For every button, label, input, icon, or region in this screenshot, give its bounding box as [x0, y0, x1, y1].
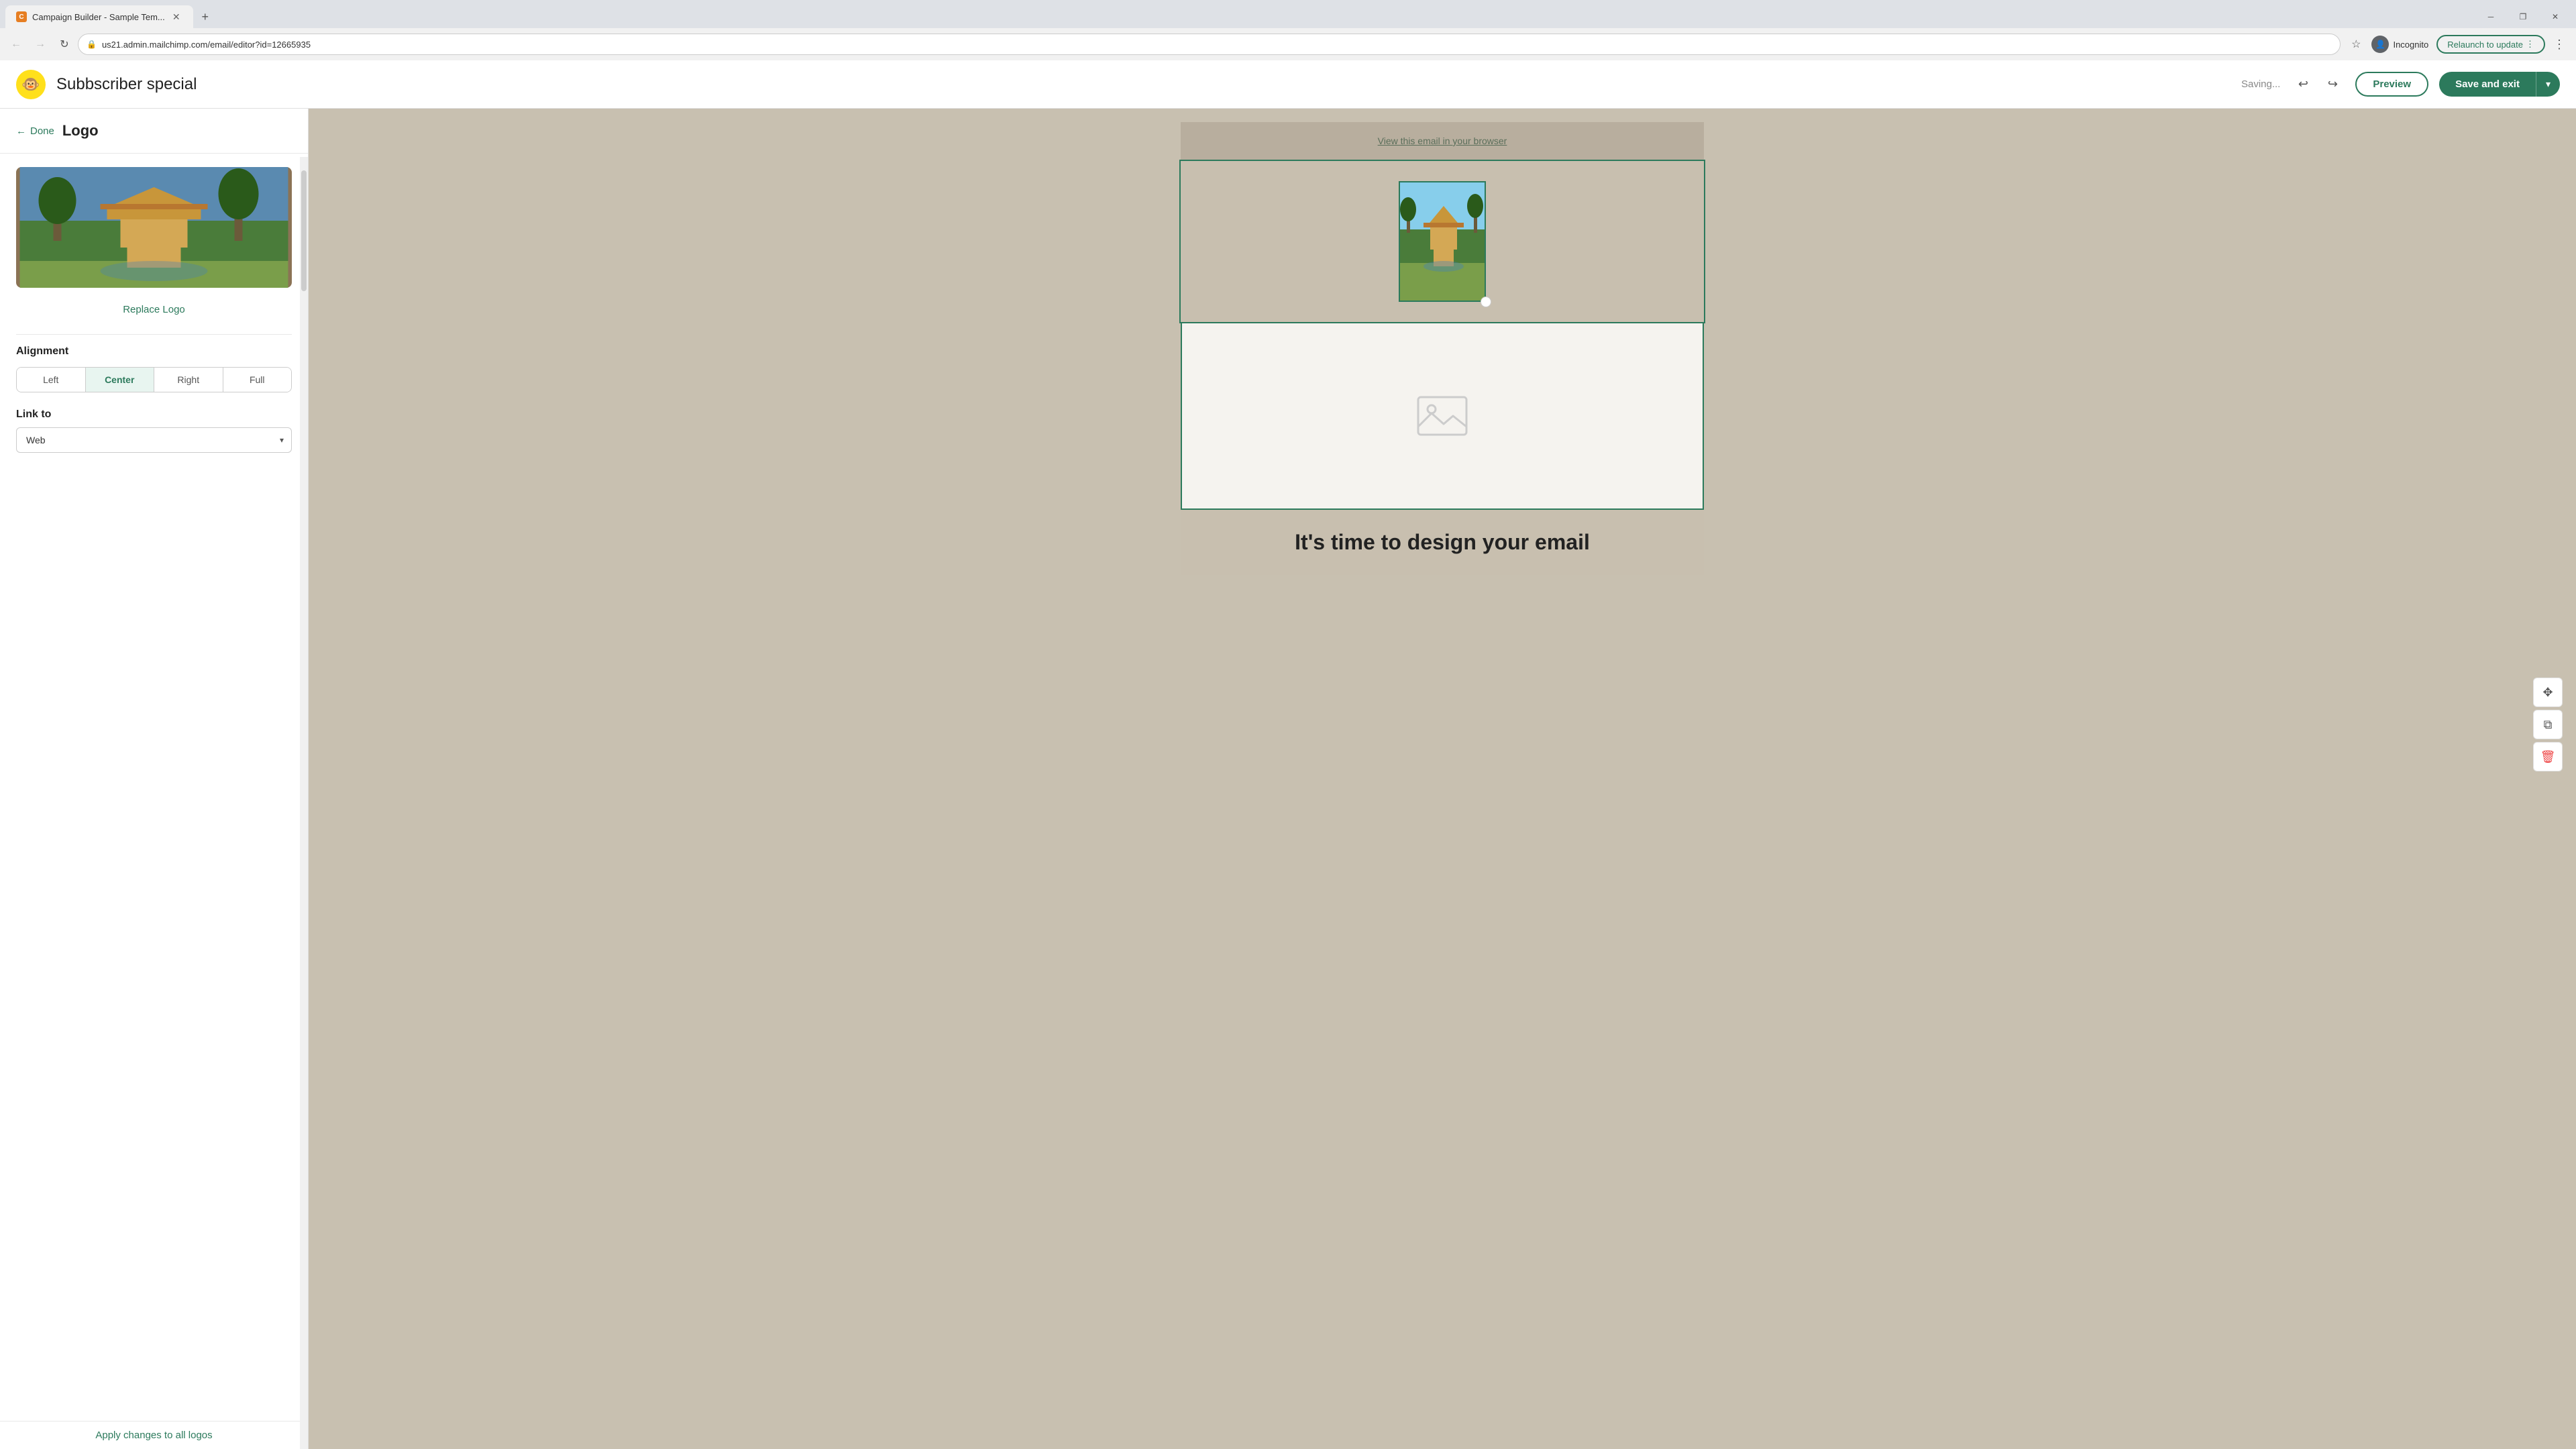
divider-1 [16, 334, 292, 335]
app-header: 🐵 Subbscriber special Saving... ↩ ↪ Prev… [0, 60, 2576, 109]
logo-canvas-svg [1400, 182, 1486, 302]
undo-redo-group: ↩ ↪ [2291, 72, 2345, 97]
save-exit-dropdown-button[interactable]: ▾ [2536, 72, 2560, 97]
canvas-area[interactable]: View this email in your browser [309, 109, 2576, 1449]
saving-status: Saving... [2241, 78, 2280, 90]
panel-content: Replace Logo Alignment Left Center Right… [0, 154, 308, 1421]
canvas-tools: ✥ ⧉ 🗑 [2533, 678, 2563, 771]
url-text: us21.admin.mailchimp.com/email/editor?id… [102, 40, 2332, 50]
tab-favicon: C [16, 11, 27, 22]
preview-button[interactable]: Preview [2355, 72, 2428, 97]
back-button[interactable]: ← [5, 34, 27, 55]
align-center-button[interactable]: Center [86, 368, 155, 392]
footer-heading: It's time to design your email [1194, 530, 1690, 555]
panel-header: ← Done Logo [0, 109, 308, 154]
duplicate-tool-button[interactable]: ⧉ [2533, 710, 2563, 739]
tab-close-button[interactable]: ✕ [170, 11, 182, 23]
panel-scrollbar[interactable] [300, 157, 308, 1449]
window-controls: ─ ❐ ✕ [2475, 5, 2571, 28]
new-tab-button[interactable]: + [196, 7, 215, 26]
campaign-title[interactable]: Subbscriber special [56, 75, 197, 94]
save-exit-button[interactable]: Save and exit [2439, 72, 2536, 97]
link-to-select[interactable]: Web Email Phone File [16, 427, 292, 453]
tab-title: Campaign Builder - Sample Tem... [32, 12, 165, 22]
redo-button[interactable]: ↪ [2320, 72, 2345, 97]
done-button[interactable]: ← Done [16, 125, 54, 137]
alignment-label: Alignment [16, 345, 292, 358]
panel-title: Logo [62, 122, 99, 140]
delete-tool-button[interactable]: 🗑 [2533, 742, 2563, 771]
mailchimp-logo-icon: 🐵 [21, 76, 40, 93]
image-placeholder-icon [1415, 394, 1469, 437]
lock-icon: 🔒 [87, 40, 97, 49]
logo-container[interactable] [1399, 181, 1486, 302]
done-arrow-icon: ← [16, 125, 26, 137]
scroll-thumb[interactable] [301, 170, 307, 291]
header-actions: Saving... ↩ ↪ Preview Save and exit ▾ [2241, 72, 2560, 97]
active-tab[interactable]: C Campaign Builder - Sample Tem... ✕ [5, 5, 193, 28]
done-label: Done [30, 125, 54, 137]
incognito-label: Incognito [2393, 40, 2428, 50]
apply-changes-button[interactable]: Apply changes to all logos [0, 1421, 308, 1449]
logo-section-content [1181, 161, 1704, 322]
incognito-button[interactable]: 👤 Incognito [2366, 33, 2434, 56]
move-icon: ✥ [2542, 686, 2553, 700]
logo-preview-image [16, 167, 292, 288]
bookmark-star-icon[interactable]: ☆ [2349, 35, 2363, 54]
email-browser-link-bar: View this email in your browser [1181, 122, 1704, 161]
email-footer-section: It's time to design your email [1181, 510, 1704, 575]
mailchimp-logo: 🐵 [16, 70, 46, 99]
main-layout: ← Done Logo [0, 109, 2576, 1449]
relaunch-menu-icon: ⋮ [2526, 39, 2534, 50]
window-minimize-button[interactable]: ─ [2475, 5, 2506, 28]
align-right-button[interactable]: Right [154, 368, 223, 392]
browser-menu-button[interactable]: ⋮ [2548, 35, 2571, 54]
link-select-wrapper: Web Email Phone File ▾ [16, 427, 292, 453]
move-tool-button[interactable]: ✥ [2533, 678, 2563, 707]
reload-button[interactable]: ↻ [54, 34, 75, 55]
image-placeholder-content [1415, 394, 1469, 437]
undo-button[interactable]: ↩ [2291, 72, 2315, 97]
save-exit-group: Save and exit ▾ [2439, 72, 2560, 97]
nav-right-actions: ☆ 👤 Incognito Relaunch to update ⋮ ⋮ [2349, 33, 2571, 56]
view-in-browser-link[interactable]: View this email in your browser [1378, 136, 1507, 146]
incognito-avatar: 👤 [2371, 36, 2389, 53]
duplicate-icon: ⧉ [2544, 718, 2553, 732]
email-logo-section[interactable] [1181, 161, 1704, 322]
image-placeholder-section[interactable] [1181, 322, 1704, 510]
delete-icon: 🗑 [2540, 750, 2556, 764]
resize-handle[interactable] [1481, 297, 1491, 307]
align-full-button[interactable]: Full [223, 368, 292, 392]
save-exit-dropdown-arrow: ▾ [2546, 78, 2551, 89]
alignment-group: Left Center Right Full [16, 367, 292, 392]
nav-bar: ← → ↻ 🔒 us21.admin.mailchimp.com/email/e… [0, 28, 2576, 60]
align-left-button[interactable]: Left [17, 368, 86, 392]
tab-bar: C Campaign Builder - Sample Tem... ✕ + ─… [0, 0, 2576, 28]
link-to-label: Link to [16, 409, 292, 421]
logo-canvas-image[interactable] [1399, 181, 1486, 302]
window-maximize-button[interactable]: ❐ [2508, 5, 2538, 28]
left-panel: ← Done Logo [0, 109, 309, 1449]
address-bar[interactable]: 🔒 us21.admin.mailchimp.com/email/editor?… [78, 34, 2341, 55]
email-canvas: View this email in your browser [1181, 122, 1704, 1436]
relaunch-label: Relaunch to update [2447, 40, 2523, 50]
window-close-button[interactable]: ✕ [2540, 5, 2571, 28]
relaunch-button[interactable]: Relaunch to update ⋮ [2436, 35, 2545, 54]
browser-chrome: C Campaign Builder - Sample Tem... ✕ + ─… [0, 0, 2576, 60]
forward-button[interactable]: → [30, 34, 51, 55]
replace-logo-button[interactable]: Replace Logo [16, 301, 292, 318]
logo-temple-svg [16, 167, 292, 288]
